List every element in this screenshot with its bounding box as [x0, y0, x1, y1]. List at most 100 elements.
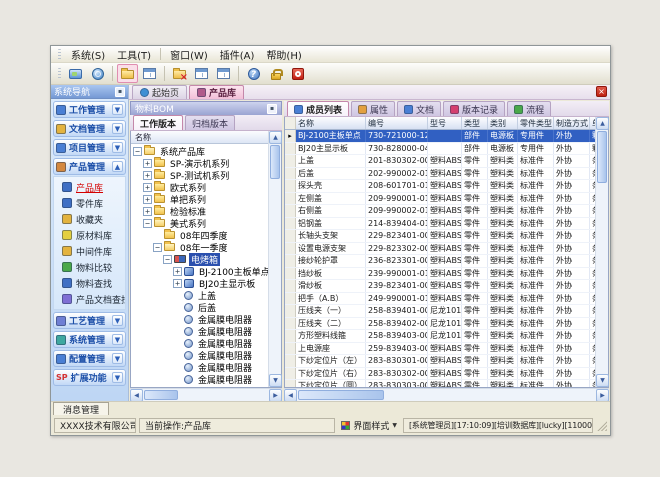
tree-node-11[interactable]: +BJ20主显示板	[131, 277, 268, 289]
tree-node-7[interactable]: 08年四季度	[131, 229, 268, 241]
expand-icon[interactable]: +	[143, 159, 152, 168]
tree-node-9[interactable]: −电烤箱	[131, 253, 268, 265]
column-header-5[interactable]: 零件类型	[518, 117, 554, 129]
nav-item-3-1[interactable]: 零件库	[54, 195, 125, 211]
table-row-2[interactable]: 上盖201-830302-00X塑料ABS零件塑料类标准件外协条	[285, 155, 595, 168]
tree-node-8[interactable]: −08年一季度	[131, 241, 268, 253]
tree-node-18[interactable]: 金属膜电阻器	[131, 361, 268, 373]
expand-icon[interactable]: +	[173, 267, 182, 276]
column-header-2[interactable]: 型号	[428, 117, 462, 129]
view-window-button[interactable]	[139, 64, 160, 83]
column-header-3[interactable]: 类型	[462, 117, 488, 129]
expand-icon[interactable]: +	[173, 279, 182, 288]
menu-item-1[interactable]: 工具(T)	[111, 46, 157, 63]
exit-button[interactable]	[287, 64, 308, 83]
table-row-11[interactable]: 挡纱板239-990001-01X塑料ABS零件塑料类标准件外协条	[285, 268, 595, 281]
chevron-down-icon[interactable]: ▼	[112, 353, 123, 364]
nav-item-3-7[interactable]: 产品文档查找	[54, 291, 125, 307]
message-manager-tab[interactable]: 消息管理	[53, 402, 109, 415]
bom-tab-0[interactable]: 工作版本	[133, 115, 183, 130]
collapse-icon[interactable]: −	[153, 243, 162, 252]
table-row-6[interactable]: 右侧盖209-990002-01X塑料ABS零件塑料类标准件外协条	[285, 205, 595, 218]
tree-node-2[interactable]: +SP-测试机系列	[131, 169, 268, 181]
table-row-14[interactable]: 压线夹（一）258-839401-00X尼龙1010零件塑料类标准件外协条	[285, 305, 595, 318]
nav-item-3-6[interactable]: 物料查找	[54, 275, 125, 291]
scroll-thumb[interactable]	[597, 131, 607, 183]
nav-pin-button[interactable]: ▪	[115, 87, 125, 97]
chevron-down-icon[interactable]: ▼	[112, 315, 123, 326]
close-library-button[interactable]	[169, 64, 190, 83]
table-row-7[interactable]: 铝钢盖214-839404-01X塑料ABS零件塑料类标准件外协条	[285, 218, 595, 231]
lock-button[interactable]	[265, 64, 286, 83]
tree-node-6[interactable]: −美式系列	[131, 217, 268, 229]
scroll-up-icon[interactable]: ▲	[596, 117, 609, 130]
collapse-icon[interactable]: −	[163, 255, 172, 264]
tree-node-17[interactable]: 金属膜电阻器	[131, 349, 268, 361]
member-tab-3[interactable]: 版本记录	[443, 101, 505, 116]
scroll-down-icon[interactable]: ▼	[596, 374, 609, 387]
nav-group-5[interactable]: 系统管理▼	[53, 331, 126, 348]
nav-group-6[interactable]: 配置管理▼	[53, 350, 126, 367]
table-row-9[interactable]: 设置电源支架229-823302-00X塑料ABS零件塑料类标准件外协条	[285, 243, 595, 256]
member-tab-1[interactable]: 属性	[351, 101, 395, 116]
tree-node-3[interactable]: +欧式系列	[131, 181, 268, 193]
bom-pin-icon[interactable]: ▪	[267, 104, 277, 114]
collapse-icon[interactable]: −	[143, 219, 152, 228]
nav-group-0[interactable]: 工作管理▼	[53, 101, 126, 118]
close-window-button[interactable]	[191, 64, 212, 83]
resize-grip[interactable]	[596, 420, 607, 431]
tree-node-13[interactable]: 后盖	[131, 301, 268, 313]
nav-group-2[interactable]: 项目管理▼	[53, 139, 126, 156]
scroll-down-icon[interactable]: ▼	[269, 374, 282, 387]
tree-column-header[interactable]: 名称	[131, 131, 268, 144]
close-all-button[interactable]	[213, 64, 234, 83]
chevron-up-icon[interactable]: ▲	[112, 161, 123, 172]
column-header-0[interactable]: 名称	[296, 117, 366, 129]
table-row-18[interactable]: 下纱定位片（左）283-830301-00X塑料ABS零件塑料类标准件外协条	[285, 355, 595, 368]
nav-group-7[interactable]: SP扩展功能▼	[53, 369, 126, 386]
chevron-down-icon[interactable]: ▼	[112, 104, 123, 115]
collapse-icon[interactable]: −	[133, 147, 142, 156]
nav-group-3[interactable]: 产品管理▲	[53, 158, 126, 175]
table-row-17[interactable]: 上电源座259-839403-00X塑料ABS零件塑料类标准件外协条	[285, 343, 595, 356]
tree-node-4[interactable]: +单把系列	[131, 193, 268, 205]
tree-node-10[interactable]: +BJ-2100主板单点	[131, 265, 268, 277]
help-button[interactable]	[243, 64, 264, 83]
ui-style-selector[interactable]: 界面样式 ▼	[338, 418, 400, 433]
bom-vertical-scrollbar[interactable]: ▲ ▼	[268, 131, 281, 387]
scroll-thumb[interactable]	[144, 390, 178, 400]
member-tab-4[interactable]: 流程	[507, 101, 551, 116]
table-row-15[interactable]: 压线夹（二）258-839402-00X尼龙1010零件塑料类标准件外协条	[285, 318, 595, 331]
table-row-19[interactable]: 下纱定位片（右）283-830302-00X塑料ABS零件塑料类标准件外协条	[285, 368, 595, 381]
scroll-track[interactable]	[143, 389, 269, 401]
column-header-1[interactable]: 编号	[366, 117, 428, 129]
menu-grip[interactable]	[58, 49, 61, 60]
toolbar-grip[interactable]	[58, 68, 61, 79]
chevron-down-icon[interactable]: ▼	[112, 334, 123, 345]
table-row-20[interactable]: 下纱定位片（圆）283-830303-00X塑料ABS零件塑料类标准件外协条	[285, 380, 595, 387]
nav-item-3-0[interactable]: 产品库	[54, 179, 125, 195]
grid-vertical-scrollbar[interactable]: ▲ ▼	[595, 117, 608, 387]
table-row-8[interactable]: 长轴头支架229-823401-00X塑料ABS零件塑料类标准件外协条	[285, 230, 595, 243]
tree-node-12[interactable]: 上盖	[131, 289, 268, 301]
document-tab-0[interactable]: 起始页	[132, 85, 187, 99]
scroll-track[interactable]	[269, 144, 281, 374]
tree-node-1[interactable]: +SP-演示机系列	[131, 157, 268, 169]
tree-node-0[interactable]: −系统产品库	[131, 145, 268, 157]
chevron-down-icon[interactable]: ▼	[112, 372, 123, 383]
scroll-thumb[interactable]	[298, 390, 384, 400]
expand-icon[interactable]: +	[143, 207, 152, 216]
menu-item-3[interactable]: 插件(A)	[214, 46, 261, 63]
table-row-1[interactable]: BJ20主显示板730-828000-04X部件电源板专用件外协颗	[285, 143, 595, 156]
menu-item-4[interactable]: 帮助(H)	[260, 46, 307, 63]
nav-item-3-2[interactable]: 收藏夹	[54, 211, 125, 227]
tree-node-5[interactable]: +检验标准	[131, 205, 268, 217]
browser-button[interactable]	[87, 64, 108, 83]
close-document-icon[interactable]: ×	[596, 86, 607, 97]
expand-icon[interactable]: +	[143, 183, 152, 192]
chevron-down-icon[interactable]: ▼	[112, 123, 123, 134]
nav-item-3-5[interactable]: 物料比较	[54, 259, 125, 275]
tree-node-15[interactable]: 金属膜电阻器	[131, 325, 268, 337]
table-row-3[interactable]: 后盖202-990002-01X塑料ABS零件塑料类标准件外协条	[285, 168, 595, 181]
table-row-5[interactable]: 左侧盖209-990001-01X塑料ABS零件塑料类标准件外协条	[285, 193, 595, 206]
